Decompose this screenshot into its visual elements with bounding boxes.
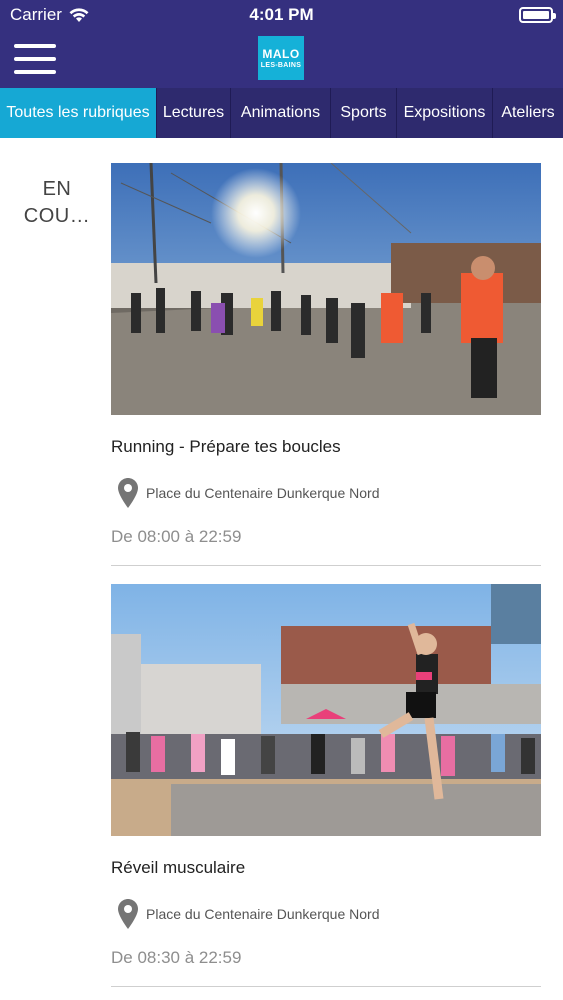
map-pin-icon [111, 898, 145, 930]
event-title[interactable]: Réveil musculaire [111, 858, 541, 880]
status-bar: Carrier 4:01 PM [0, 0, 563, 30]
event-time: De 08:30 à 22:59 [111, 948, 242, 967]
section-label: EN COU… [23, 178, 91, 227]
tab-ateliers[interactable]: Ateliers [493, 88, 563, 138]
hamburger-menu-icon[interactable] [14, 44, 56, 74]
event-photo-running[interactable] [111, 163, 541, 415]
tab-toutes-les-rubriques[interactable]: Toutes les rubriques [0, 88, 157, 138]
divider [111, 565, 541, 566]
app-logo: MALO LES-BAINS [258, 36, 304, 80]
map-pin-icon [111, 477, 145, 509]
tab-expositions[interactable]: Expositions [397, 88, 493, 138]
event-location-text: Place du Centenaire Dunkerque Nord [146, 485, 380, 501]
event-card[interactable]: Running - Prépare tes boucles Place du C… [111, 163, 541, 566]
tab-animations[interactable]: Animations [231, 88, 331, 138]
tab-lectures[interactable]: Lectures [157, 88, 231, 138]
nav-bar: MALO LES-BAINS [0, 30, 563, 88]
event-time: De 08:00 à 22:59 [111, 527, 242, 546]
event-location-text: Place du Centenaire Dunkerque Nord [146, 906, 380, 922]
event-location: Place du Centenaire Dunkerque Nord [111, 477, 541, 509]
event-title[interactable]: Running - Prépare tes boucles [111, 437, 541, 459]
carrier-label: Carrier [10, 5, 62, 24]
event-location: Place du Centenaire Dunkerque Nord [111, 898, 541, 930]
category-tabs: Toutes les rubriques Lectures Animations… [0, 88, 563, 138]
status-left: Carrier [10, 5, 90, 25]
event-photo-reveil[interactable] [111, 584, 541, 836]
wifi-icon [69, 8, 89, 22]
divider [111, 986, 541, 987]
tab-sports[interactable]: Sports [331, 88, 397, 138]
event-card[interactable]: Réveil musculaire Place du Centenaire Du… [111, 584, 541, 987]
battery-icon [519, 7, 556, 23]
